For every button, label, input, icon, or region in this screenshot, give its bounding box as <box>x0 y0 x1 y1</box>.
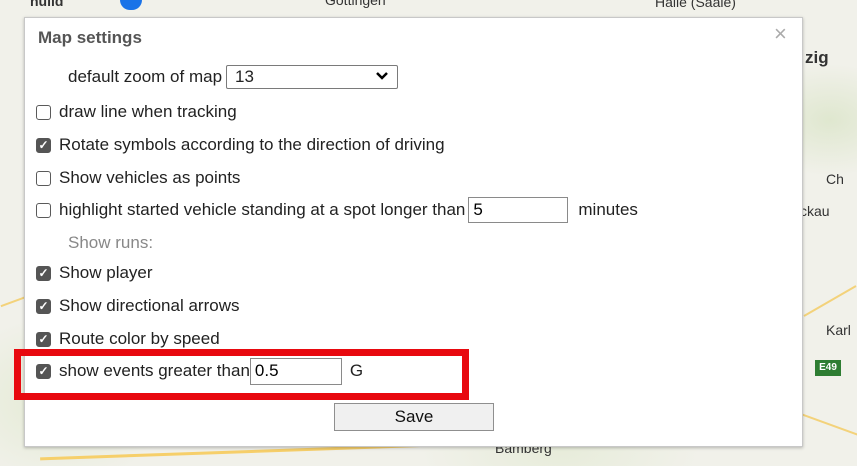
route-color-checkbox[interactable] <box>36 331 51 347</box>
standing-label: highlight started vehicle standing at a … <box>59 200 466 219</box>
map-label: Göttingen <box>325 0 386 8</box>
map-label: Ch <box>826 171 844 187</box>
zoom-select[interactable]: 13 <box>226 65 399 89</box>
option-label: Show player <box>59 263 153 282</box>
map-label: zig <box>805 48 829 67</box>
option-standing: highlight started vehicle standing at a … <box>36 197 638 223</box>
directional-arrows-checkbox[interactable] <box>36 298 51 314</box>
map-label: hüiid <box>30 0 64 9</box>
option-label: draw line when tracking <box>59 102 237 121</box>
road-badge: E49 <box>815 360 841 376</box>
standing-unit: minutes <box>578 200 638 219</box>
option-directional-arrows[interactable]: Show directional arrows <box>36 294 239 318</box>
draw-line-checkbox[interactable] <box>36 104 51 120</box>
chevron-down-icon <box>376 69 388 84</box>
show-player-checkbox[interactable] <box>36 265 51 281</box>
map-marker <box>120 0 142 10</box>
option-draw-line[interactable]: draw line when tracking <box>36 100 237 124</box>
zoom-label: default zoom of map <box>68 67 223 86</box>
map-label: Karl <box>826 322 851 338</box>
highlight-box <box>14 349 469 400</box>
rotate-symbols-checkbox[interactable] <box>36 137 51 153</box>
zoom-value: 13 <box>235 67 254 86</box>
option-vehicles-points[interactable]: Show vehicles as points <box>36 166 240 190</box>
option-show-player[interactable]: Show player <box>36 261 153 285</box>
option-label: Show vehicles as points <box>59 168 241 187</box>
map-label: Halle (Saale) <box>655 0 736 10</box>
runs-header: Show runs: <box>68 233 154 252</box>
option-route-color[interactable]: Route color by speed <box>36 327 220 351</box>
dialog-title: Map settings <box>38 28 142 47</box>
option-rotate-symbols[interactable]: Rotate symbols according to the directio… <box>36 133 445 157</box>
save-button[interactable]: Save <box>334 403 494 431</box>
option-label: Rotate symbols according to the directio… <box>59 135 445 154</box>
map-label: ckau <box>800 203 830 219</box>
map-road <box>803 285 857 317</box>
close-icon[interactable]: × <box>774 23 787 45</box>
option-label: Route color by speed <box>59 329 220 348</box>
option-label: Show directional arrows <box>59 296 240 315</box>
zoom-row: default zoom of map 13 <box>68 65 399 89</box>
vehicles-points-checkbox[interactable] <box>36 170 51 186</box>
standing-minutes-input[interactable] <box>468 197 569 223</box>
standing-checkbox[interactable] <box>36 202 51 218</box>
